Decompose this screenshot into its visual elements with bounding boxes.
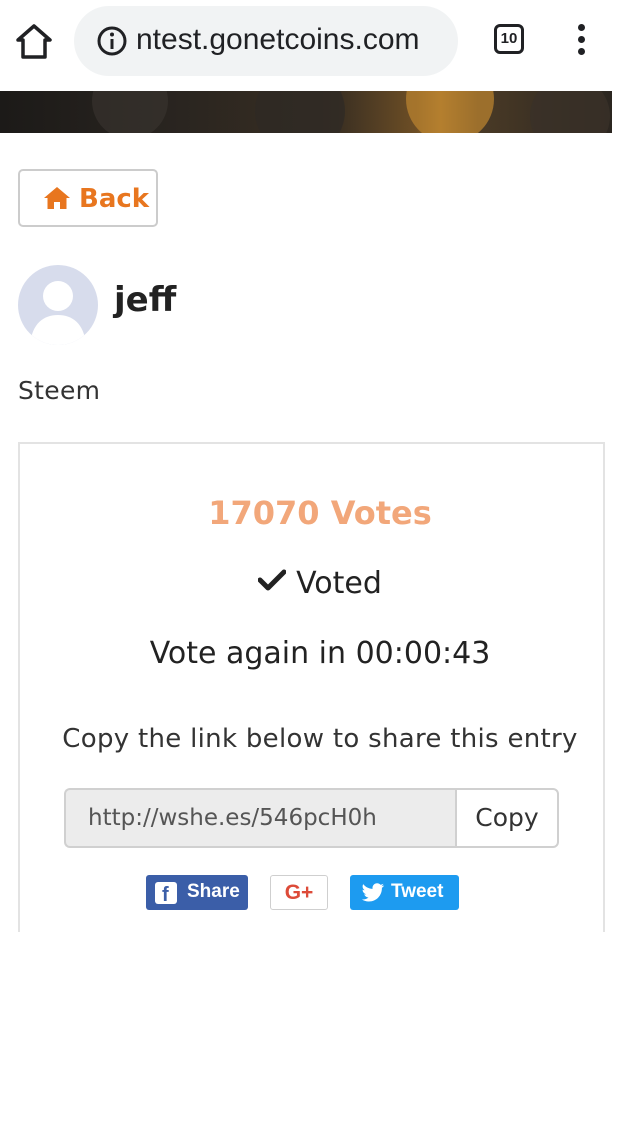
address-bar[interactable]: ntest.gonetcoins.com xyxy=(74,6,458,76)
facebook-icon: f xyxy=(155,882,177,906)
vote-count: 17070 Votes xyxy=(208,494,432,532)
home-icon[interactable] xyxy=(14,22,54,62)
facebook-share-label: Share xyxy=(187,881,240,902)
header-banner-image xyxy=(0,91,612,133)
username: jeff xyxy=(114,280,177,320)
back-button[interactable]: Back xyxy=(18,169,158,227)
voted-status: Voted xyxy=(0,566,640,601)
share-hint: Copy the link below to share this entry xyxy=(62,724,578,754)
url-text: ntest.gonetcoins.com xyxy=(136,23,420,56)
back-button-label: Back xyxy=(79,184,150,214)
checkmark-icon xyxy=(257,564,287,599)
home-icon xyxy=(43,186,71,210)
vote-again-timer: Vote again in 00:00:43 xyxy=(149,636,491,671)
entry-category: Steem xyxy=(18,376,101,405)
more-menu-icon[interactable] xyxy=(570,24,592,60)
voted-label: Voted xyxy=(296,566,382,601)
tab-switcher-button[interactable]: 10 xyxy=(494,24,524,54)
copy-button[interactable]: Copy xyxy=(455,788,559,848)
google-plus-button[interactable]: G+ xyxy=(270,875,328,910)
twitter-tweet-label: Tweet xyxy=(391,881,444,902)
facebook-share-button[interactable]: f Share xyxy=(146,875,248,910)
twitter-tweet-button[interactable]: Tweet xyxy=(350,875,459,910)
share-link-input[interactable]: http://wshe.es/546pcH0h xyxy=(64,788,456,848)
info-icon[interactable] xyxy=(96,25,128,57)
browser-toolbar: ntest.gonetcoins.com 10 xyxy=(0,0,640,91)
twitter-bird-icon xyxy=(361,883,385,903)
avatar xyxy=(18,265,98,345)
